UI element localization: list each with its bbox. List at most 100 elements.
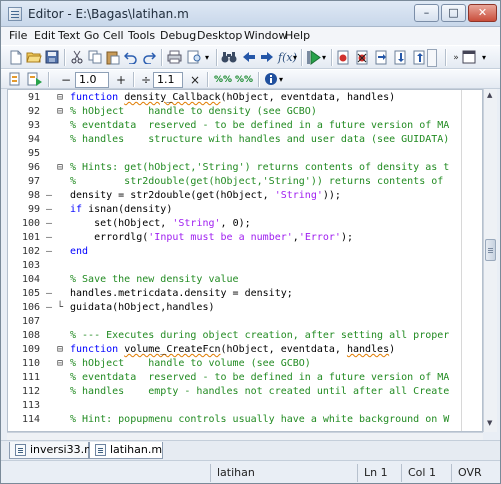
menu-go[interactable]: Go [84,29,99,42]
code-fold-icon[interactable]: └ [57,301,63,315]
code-line[interactable]: 96 ⊟ % Hints: get(hObject,'String') return… [8,161,482,175]
redo-icon[interactable] [141,50,157,66]
show-cell-titles-icon[interactable]: %% [213,72,233,88]
toolbar-separator [445,49,446,66]
code-token: guidata(hObject,handles) [70,302,215,313]
increment-button[interactable]: + [113,72,129,88]
code-line[interactable]: 101– errordlg('Input must be a number','… [8,231,482,245]
step-in-icon[interactable] [392,50,408,66]
breakpoint-marker[interactable]: – [43,217,55,231]
undo-icon[interactable] [123,50,139,66]
multiply-button[interactable]: × [187,72,203,88]
evaluate-cell-icon[interactable] [27,72,43,88]
code-line[interactable]: 93 % eventdata reserved - to be defined i… [8,119,482,133]
code-line[interactable]: 113 [8,399,482,413]
decrement-button[interactable]: − [58,72,74,88]
insert-cell-icon[interactable] [8,72,24,88]
print-icon[interactable] [166,50,182,66]
forward-icon[interactable] [259,50,275,66]
code-line[interactable]: 110 ⊟ % hObject handle to volume (see GCBO… [8,357,482,371]
breakpoint-marker[interactable]: – [43,245,55,259]
cell-multiply-value-input[interactable]: 1.1 [153,72,183,88]
paste-icon[interactable] [105,50,121,66]
code-line[interactable]: 103 [8,259,482,273]
chevron-down-icon[interactable]: ▾ [320,50,328,66]
line-number: 106 [21,302,40,313]
scroll-up-icon[interactable]: ▲ [487,91,492,99]
exit-debug-icon[interactable] [427,49,437,67]
code-fold-icon[interactable]: ⊟ [57,161,63,175]
code-fold-icon[interactable]: ⊟ [57,357,63,371]
menu-window[interactable]: Window [244,29,287,42]
chevron-down-icon[interactable]: ▾ [277,72,285,88]
horizontal-scrollbar[interactable] [7,432,483,440]
maximize-button[interactable]: □ [441,4,466,22]
toggle-cell-mode-icon[interactable]: %% [234,72,254,88]
code-line[interactable]: 112 % handles empty - handles not created… [8,385,482,399]
code-line[interactable]: 91 ⊟ function density_Callback(hObject, ev… [8,91,482,105]
menu-debug[interactable]: Debug [160,29,196,42]
code-line[interactable]: 95 [8,147,482,161]
code-line[interactable]: 105– handles.metricdata.density = density… [8,287,482,301]
step-icon[interactable] [373,50,389,66]
menu-help[interactable]: Help [285,29,310,42]
step-out-icon[interactable] [411,50,427,66]
code-line[interactable]: 94 % handles structure with handles and u… [8,133,482,147]
code-token: % str2double(get(hObject,'String')) retu… [70,176,444,187]
code-line[interactable]: 109 ⊟ function volume_CreateFcn(hObject, e… [8,343,482,357]
set-breakpoint-icon[interactable] [335,50,351,66]
chevron-down-icon[interactable]: ▾ [203,50,211,66]
new-file-icon[interactable] [8,50,24,66]
close-button[interactable]: ✕ [468,4,497,22]
divide-button[interactable]: ÷ [138,72,154,88]
chevron-down-icon[interactable]: ▾ [291,50,299,66]
scroll-down-icon[interactable]: ▼ [487,419,492,427]
tab-latihan[interactable]: latihan.m [89,442,163,459]
code-fold-icon[interactable]: ⊟ [57,343,63,357]
breakpoint-marker[interactable]: – [43,301,55,315]
save-icon[interactable] [44,50,60,66]
menu-tools[interactable]: Tools [128,29,155,42]
menu-file[interactable]: File [9,29,27,42]
document-tab-bar: inversi33.m latihan.m [1,440,500,460]
minimize-button[interactable]: – [414,4,439,22]
code-line[interactable]: 114 % Hint: popupmenu controls usually ha… [8,413,482,427]
code-line[interactable]: 98– density = str2double(get(hObject, 'St… [8,189,482,203]
print-preview-icon[interactable] [187,50,203,66]
find-icon[interactable] [221,50,237,66]
code-line[interactable]: 99– if isnan(density) [8,203,482,217]
code-line[interactable]: 100– set(hObject, 'String', 0); [8,217,482,231]
chevron-down-icon[interactable]: ▾ [479,50,489,66]
breakpoint-marker[interactable]: – [43,287,55,301]
copy-icon[interactable] [87,50,103,66]
code-line[interactable]: 107 [8,315,482,329]
code-line[interactable]: 108 % --- Executes during object creation… [8,329,482,343]
menu-text[interactable]: Text [58,29,80,42]
breakpoint-marker[interactable]: – [43,203,55,217]
open-folder-icon[interactable] [26,50,42,66]
tab-inversi33[interactable]: inversi33.m [9,442,95,459]
menu-cell[interactable]: Cell [103,29,124,42]
code-fold-icon[interactable]: ⊟ [57,91,63,105]
menu-edit[interactable]: Edit [34,29,55,42]
code-line[interactable]: 104 % Save the new density value [8,273,482,287]
breakpoint-marker[interactable]: – [43,189,55,203]
dock-icon[interactable] [461,50,477,66]
menu-desktop[interactable]: Desktop [197,29,242,42]
code-line[interactable]: 111 % eventdata reserved - to be defined … [8,371,482,385]
cut-icon[interactable] [69,50,85,66]
code-line[interactable]: 102– end [8,245,482,259]
code-fold-icon[interactable]: ⊟ [57,105,63,119]
code-text: % Hints: get(hObject,'String') returns c… [70,161,449,175]
vertical-scrollbar[interactable]: ▲ ▼ [483,89,497,432]
run-icon[interactable] [305,50,321,66]
breakpoint-marker[interactable]: – [43,231,55,245]
code-line[interactable]: 97 % str2double(get(hObject,'String')) re… [8,175,482,189]
code-line[interactable]: 106– └ guidata(hObject,handles) [8,301,482,315]
back-icon[interactable] [241,50,257,66]
code-line[interactable]: 92 ⊟ % hObject handle to density (see GCBO… [8,105,482,119]
cell-decrement-value-input[interactable]: 1.0 [75,72,109,88]
code-editor[interactable]: 91 ⊟ function density_Callback(hObject, ev… [7,89,483,432]
vertical-scroll-thumb[interactable] [485,239,496,261]
clear-breakpoints-icon[interactable] [354,50,370,66]
